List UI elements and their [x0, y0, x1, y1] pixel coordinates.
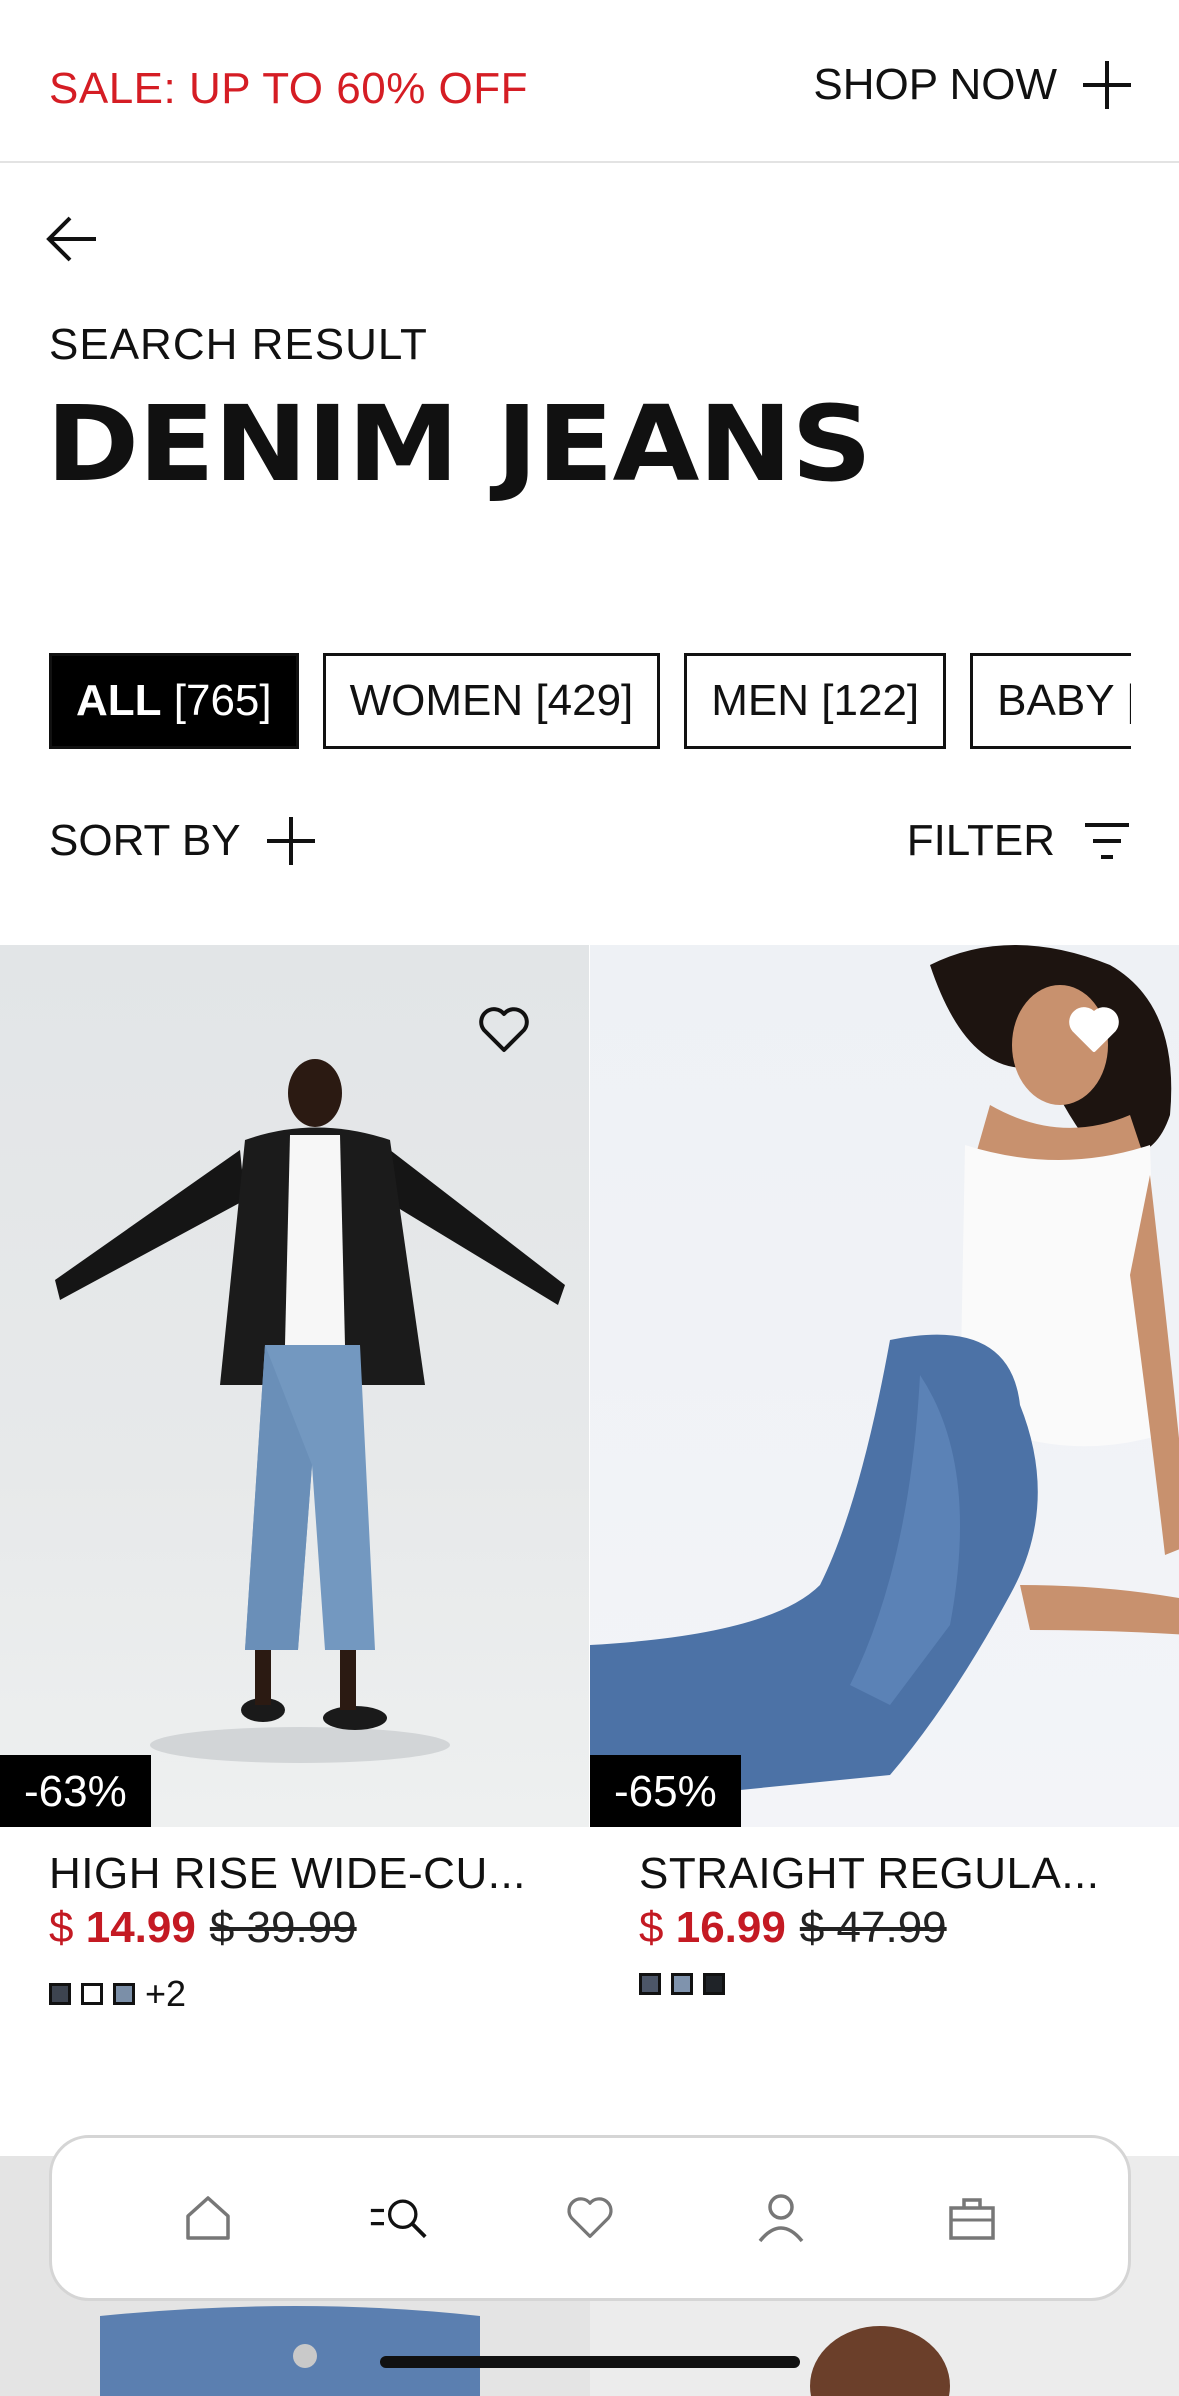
sale-price-value: 16.99	[675, 1903, 786, 1952]
model-figure-illustration	[590, 945, 1179, 1805]
chip-women[interactable]: WOMEN [429]	[322, 653, 661, 749]
tab-account[interactable]	[751, 2188, 811, 2248]
tab-bag[interactable]	[942, 2188, 1002, 2248]
chip-label: MEN	[711, 676, 810, 725]
filter-button[interactable]: FILTER	[907, 816, 1131, 866]
original-price: $ 39.99	[209, 1903, 357, 1952]
tab-search[interactable]	[369, 2188, 429, 2248]
tab-home[interactable]	[178, 2188, 238, 2248]
product-image[interactable]: -65%	[590, 945, 1179, 1827]
chip-label: ALL	[76, 676, 162, 725]
chip-baby[interactable]: BABY [3	[970, 653, 1131, 749]
home-icon	[185, 2196, 230, 2240]
chip-label: BABY	[997, 676, 1115, 725]
color-swatch[interactable]	[703, 1973, 725, 1995]
color-swatch[interactable]	[671, 1973, 693, 1995]
bottom-tab-bar	[49, 2135, 1131, 2301]
chip-count: [3	[1127, 676, 1131, 726]
discount-badge: -65%	[590, 1755, 741, 1827]
model-figure-illustration	[55, 1059, 565, 1763]
search-result-label: SEARCH RESULT	[49, 320, 428, 369]
chip-label: WOMEN	[349, 676, 524, 725]
category-chips: ALL [765] WOMEN [429] MEN [122] BABY [3	[49, 653, 1131, 749]
plus-icon	[1083, 61, 1131, 109]
discount-badge: -63%	[0, 1755, 151, 1827]
search-icon	[370, 2199, 427, 2239]
color-swatches	[639, 1973, 1179, 1995]
sale-price: $ 14.99	[49, 1903, 196, 1953]
sort-by-button[interactable]: SORT BY	[49, 816, 315, 866]
original-price: $ 47.99	[799, 1903, 947, 1952]
arrow-left-icon	[46, 216, 96, 262]
shop-now-button[interactable]: SHOP NOW	[813, 60, 1131, 110]
sale-price: $ 16.99	[639, 1903, 786, 1953]
color-swatch[interactable]	[639, 1973, 661, 1995]
chip-count: [429]	[535, 676, 634, 725]
account-icon	[758, 2194, 804, 2243]
chip-count: [765]	[173, 676, 272, 725]
currency-symbol: $	[639, 1903, 664, 1952]
currency-symbol: $	[49, 1903, 74, 1952]
product-image[interactable]: -63%	[0, 945, 589, 1827]
chip-all[interactable]: ALL [765]	[49, 653, 299, 749]
color-swatch[interactable]	[81, 1983, 103, 2005]
filter-label: FILTER	[906, 816, 1055, 865]
color-swatch[interactable]	[113, 1983, 135, 2005]
sort-by-label: SORT BY	[49, 816, 241, 865]
filter-icon	[1085, 823, 1129, 859]
product-card[interactable]: -63% HIGH RISE WIDE-CU... $ 14.99 $ 39.9…	[0, 945, 589, 2015]
heart-icon	[567, 2197, 613, 2239]
promo-sale-text: SALE: UP TO 60% OFF	[49, 64, 529, 113]
more-colors-count: +2	[145, 1973, 187, 2014]
chip-men[interactable]: MEN [122]	[684, 653, 947, 749]
product-card[interactable]: -65% STRAIGHT REGULA... $ 16.99 $ 47.99	[590, 945, 1179, 1995]
plus-icon	[266, 817, 315, 865]
bag-icon	[949, 2198, 996, 2240]
product-name[interactable]: HIGH RISE WIDE-CU...	[49, 1849, 589, 1899]
color-swatches: +2	[49, 1973, 589, 2015]
chip-count: [122]	[821, 676, 920, 725]
promo-banner[interactable]: SALE: UP TO 60% OFF SHOP NOW	[0, 0, 1179, 163]
home-indicator	[380, 2356, 800, 2368]
heart-icon[interactable]	[1067, 1005, 1121, 1055]
page-title: DENIM JEANS	[46, 383, 872, 505]
product-name[interactable]: STRAIGHT REGULA...	[639, 1849, 1179, 1899]
shop-now-label: SHOP NOW	[813, 60, 1057, 109]
heart-icon[interactable]	[477, 1005, 531, 1055]
back-button[interactable]	[46, 214, 98, 264]
color-swatch[interactable]	[49, 1983, 71, 2005]
tab-wishlist[interactable]	[560, 2188, 620, 2248]
sale-price-value: 14.99	[85, 1903, 196, 1952]
